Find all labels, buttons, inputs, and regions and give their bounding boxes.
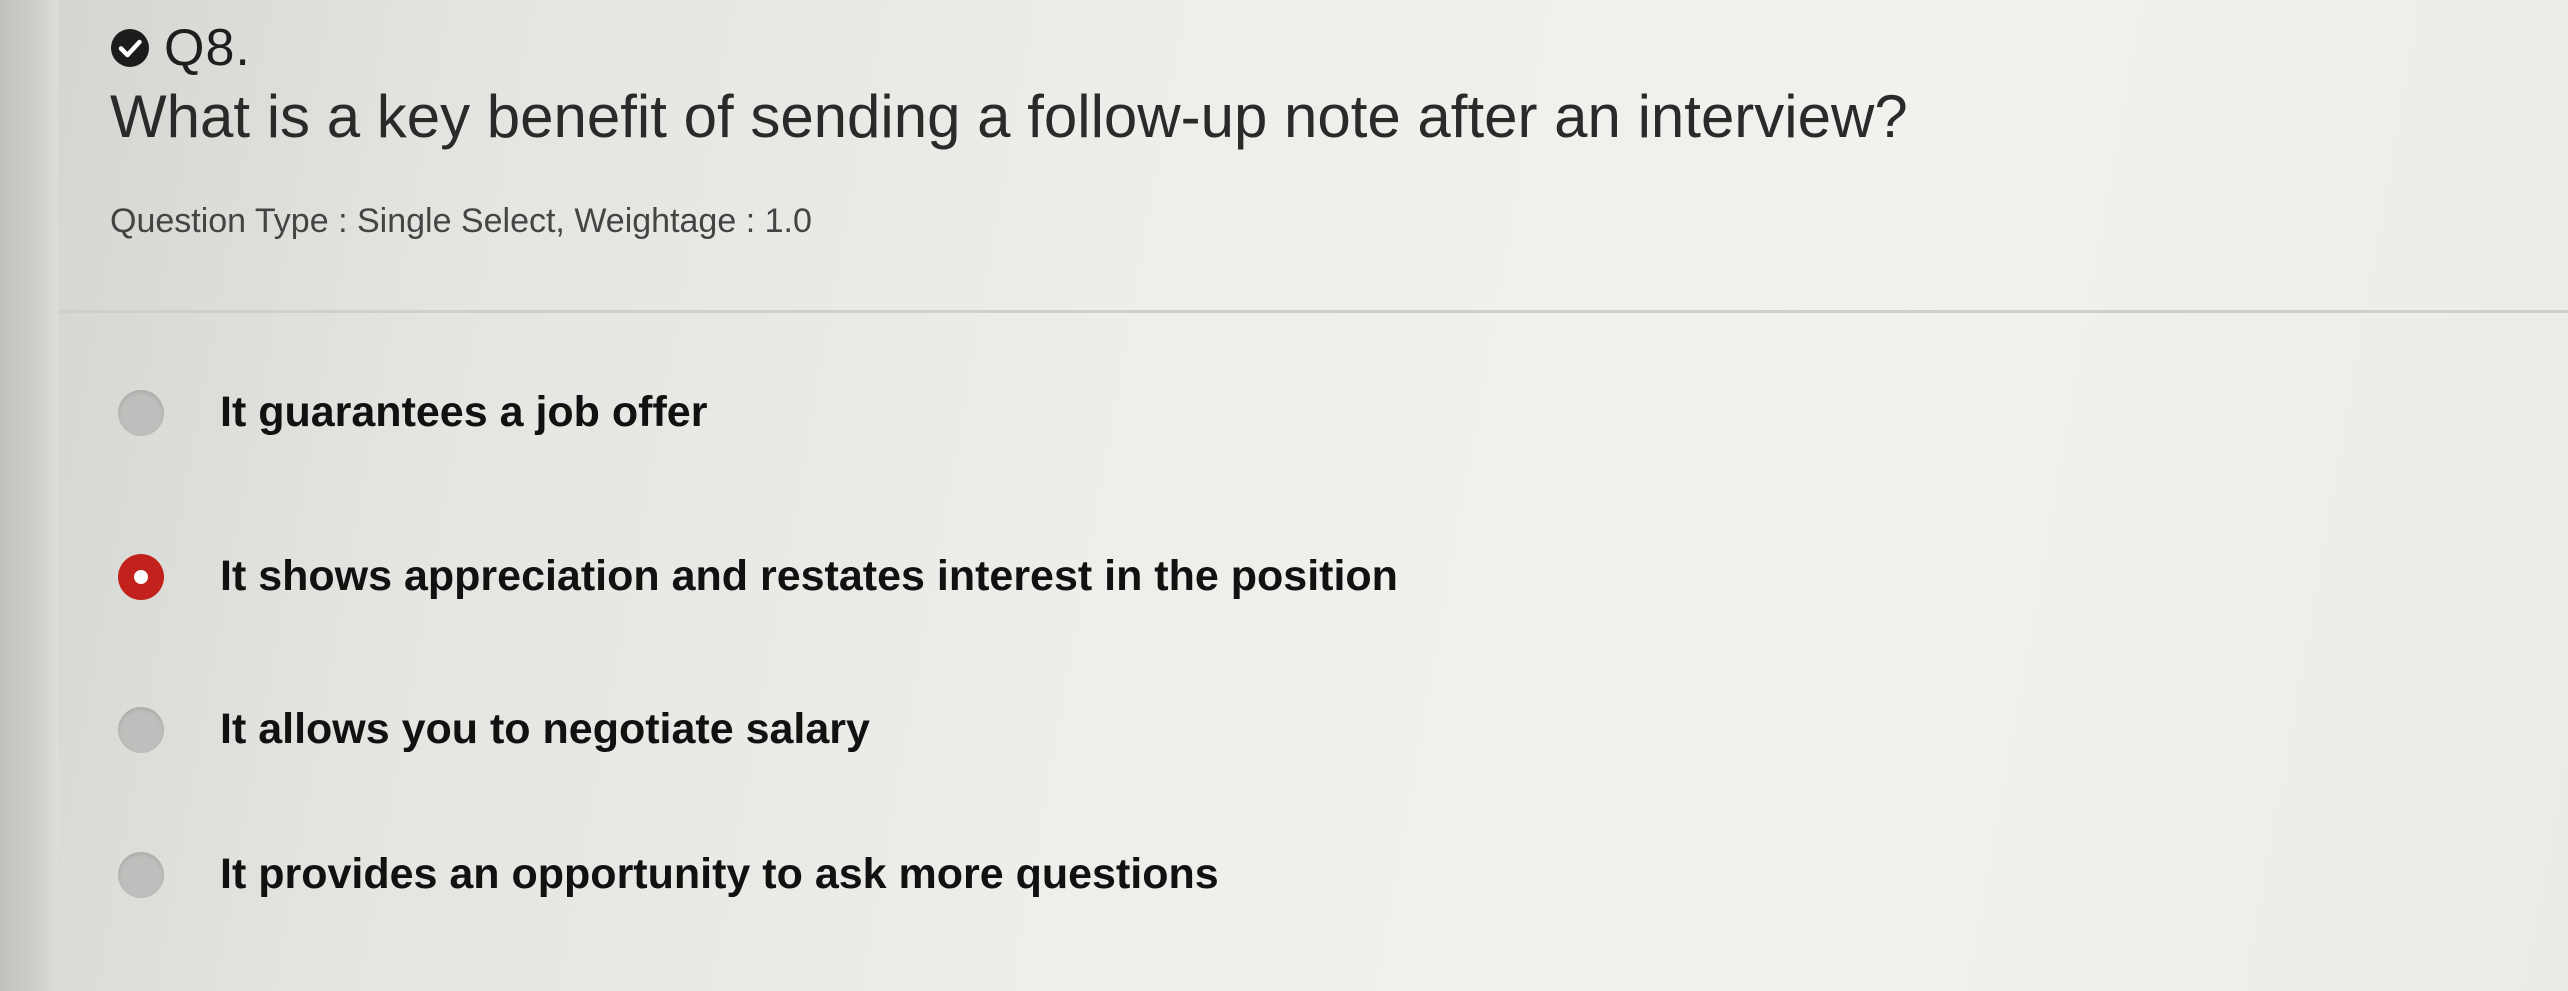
radio-unselected-icon[interactable]	[118, 389, 164, 436]
radio-selected-icon[interactable]	[118, 553, 164, 600]
radio-unselected-icon[interactable]	[118, 851, 164, 898]
screen: Q8. What is a key benefit of sending a f…	[0, 0, 2568, 991]
option-label: It shows appreciation and restates inter…	[220, 552, 1398, 600]
question-header: Q8.	[110, 18, 251, 78]
option-4[interactable]: It provides an opportunity to ask more q…	[118, 850, 1219, 899]
option-3[interactable]: It allows you to negotiate salary	[118, 705, 870, 754]
radio-unselected-icon[interactable]	[118, 706, 164, 753]
left-edge	[0, 0, 58, 991]
divider	[58, 310, 2568, 313]
option-2[interactable]: It shows appreciation and restates inter…	[118, 552, 1398, 601]
question-card: Q8. What is a key benefit of sending a f…	[58, 0, 2568, 991]
option-label: It guarantees a job offer	[220, 388, 708, 436]
option-label: It allows you to negotiate salary	[220, 705, 870, 753]
question-meta: Question Type : Single Select, Weightage…	[110, 202, 812, 240]
question-text: What is a key benefit of sending a follo…	[110, 83, 1908, 150]
check-circle-icon	[111, 29, 149, 67]
question-number: Q8.	[164, 19, 251, 77]
option-1[interactable]: It guarantees a job offer	[118, 388, 707, 437]
option-label: It provides an opportunity to ask more q…	[220, 850, 1219, 898]
